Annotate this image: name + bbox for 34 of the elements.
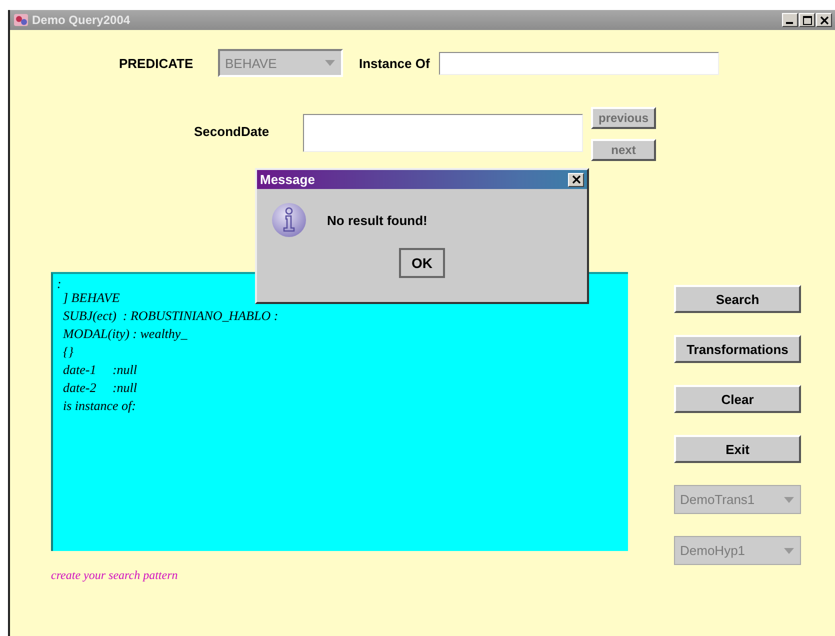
output-line: date-1 :null [63, 362, 138, 379]
dialog-message: No result found! [327, 212, 428, 228]
second-date-label: SecondDate [194, 124, 270, 139]
close-button[interactable] [568, 172, 584, 186]
output-line: ] BEHAVE [63, 290, 121, 307]
instance-of-label: Instance Of [359, 56, 430, 70]
second-date-field[interactable] [303, 114, 583, 152]
maximize-icon [802, 16, 812, 24]
output-line: MODAL(ity) : wealthy_ [63, 326, 188, 343]
minimize-button[interactable] [782, 13, 798, 27]
predicate-label: PREDICATE [119, 56, 194, 70]
dialog-title: Message [260, 172, 315, 187]
info-icon [271, 202, 307, 238]
app-icon [13, 12, 29, 28]
action-button[interactable]: Transformations [674, 335, 801, 363]
action-button[interactable]: Search [674, 285, 801, 313]
output-line: {} [63, 344, 74, 361]
output-line: is instance of: [63, 398, 137, 415]
window-title: Demo Query2004 [32, 13, 130, 27]
hint-text: create your search pattern [51, 568, 179, 583]
action-button[interactable]: Exit [674, 435, 801, 463]
maximize-button[interactable] [799, 13, 815, 27]
action-button[interactable]: Clear [674, 385, 801, 413]
close-icon [820, 16, 828, 24]
caret-icon [784, 496, 794, 502]
output-line: : [57, 276, 62, 290]
caret-icon [784, 548, 794, 554]
ok-button[interactable]: OK [399, 248, 445, 278]
output-line: SUBJ(ect) : ROBUSTINIANO_HABLO : [63, 308, 280, 325]
instance-of-field[interactable] [438, 52, 719, 74]
close-icon [572, 175, 580, 184]
close-button[interactable] [816, 13, 832, 27]
caret-icon [325, 60, 335, 66]
output-line: date-2 :null [63, 380, 138, 397]
